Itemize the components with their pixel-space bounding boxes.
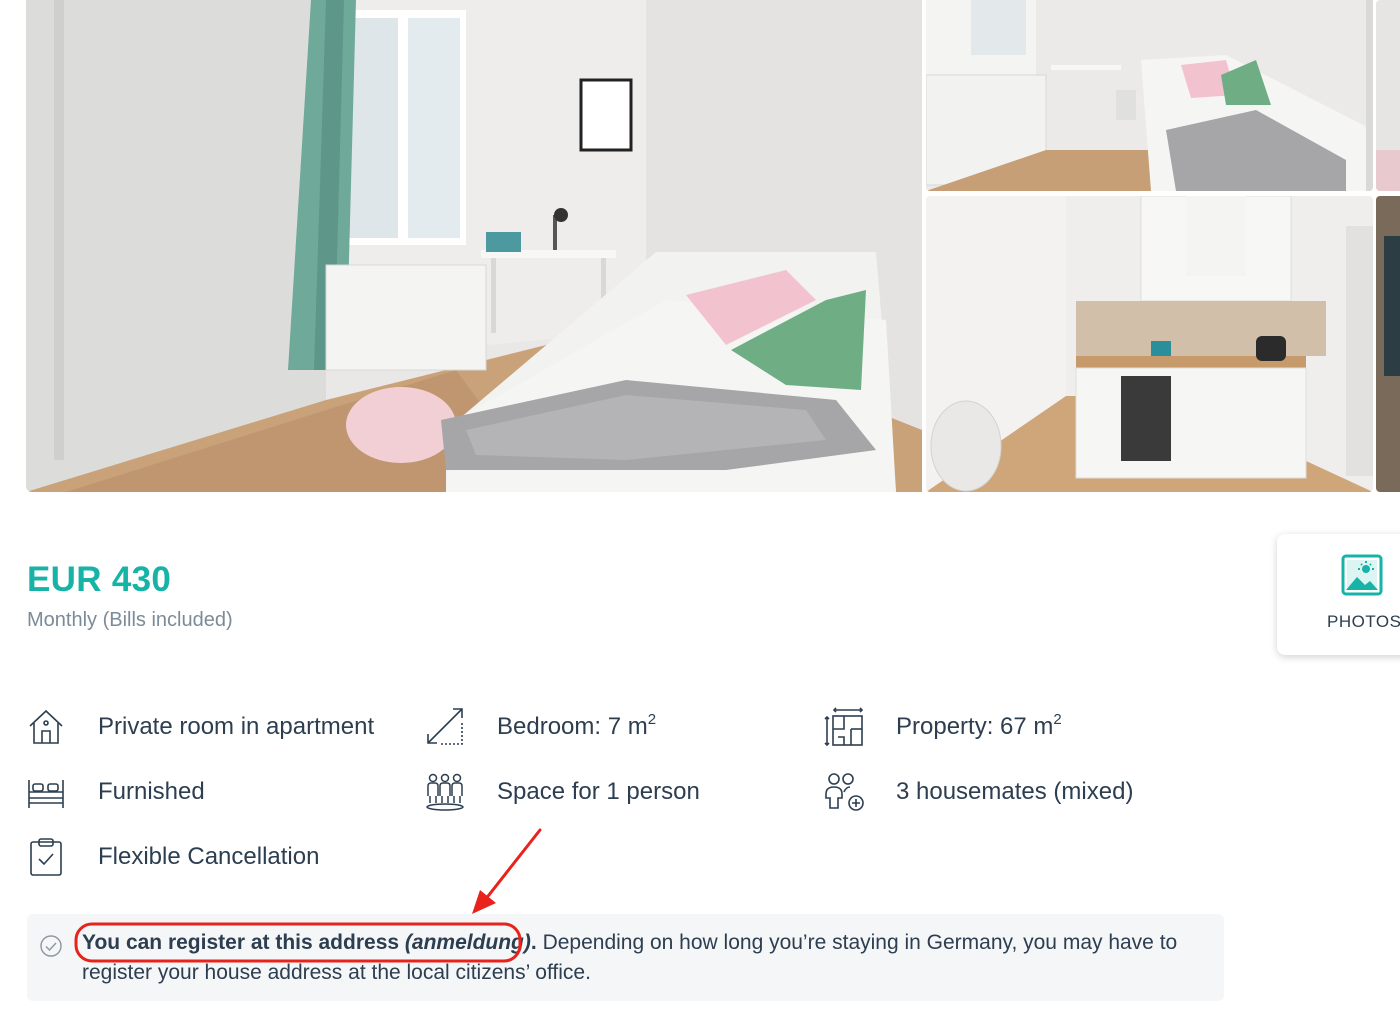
house-icon xyxy=(26,707,66,747)
feature-room-type-label: Private room in apartment xyxy=(98,713,375,740)
area-icon xyxy=(425,707,465,747)
housemates-icon xyxy=(824,772,864,812)
price: EUR 430 xyxy=(27,560,172,599)
anmeldung-notice: You can register at this address (anmeld… xyxy=(27,914,1224,1001)
floorplan-icon xyxy=(824,707,864,747)
picture-icon xyxy=(1341,554,1383,596)
photos-button[interactable]: PHOTOS xyxy=(1277,534,1400,655)
feature-cancellation-label: Flexible Cancellation xyxy=(98,843,320,870)
feature-housemates-label: 3 housemates (mixed) xyxy=(896,778,1134,805)
clipboard-check-icon xyxy=(26,837,66,877)
photo-gallery xyxy=(0,0,1400,492)
feature-property-size-label: Property: 67 m2 xyxy=(896,711,1062,741)
price-subtitle: Monthly (Bills included) xyxy=(27,609,233,631)
photo-kitchen[interactable] xyxy=(926,196,1373,492)
bed-icon xyxy=(26,772,66,812)
photo-next-peek-top[interactable] xyxy=(1376,0,1400,191)
property-size-unit: 2 xyxy=(1053,711,1062,728)
bedroom-size-text: Bedroom: 7 m xyxy=(497,713,648,740)
notice-text: You can register at this address (anmeld… xyxy=(82,928,1202,988)
photos-button-label: PHOTOS xyxy=(1327,612,1400,631)
notice-italic-term: (anmeldung) xyxy=(404,931,531,954)
main-photo-bedroom[interactable] xyxy=(26,0,922,492)
annotation-arrow xyxy=(472,828,542,914)
check-circle-icon xyxy=(39,934,63,958)
notice-bold-text: You can register at this address xyxy=(82,931,405,954)
bedroom-size-unit: 2 xyxy=(647,711,657,728)
feature-space-label: Space for 1 person xyxy=(497,778,700,805)
photo-next-peek-bottom[interactable] xyxy=(1376,196,1400,492)
people-group-icon xyxy=(425,772,465,812)
photo-bedroom-desk[interactable] xyxy=(926,0,1373,191)
property-size-text: Property: 67 m xyxy=(896,713,1054,740)
feature-furnished-label: Furnished xyxy=(98,778,205,805)
feature-bedroom-size-label: Bedroom: 7 m2 xyxy=(497,711,657,741)
